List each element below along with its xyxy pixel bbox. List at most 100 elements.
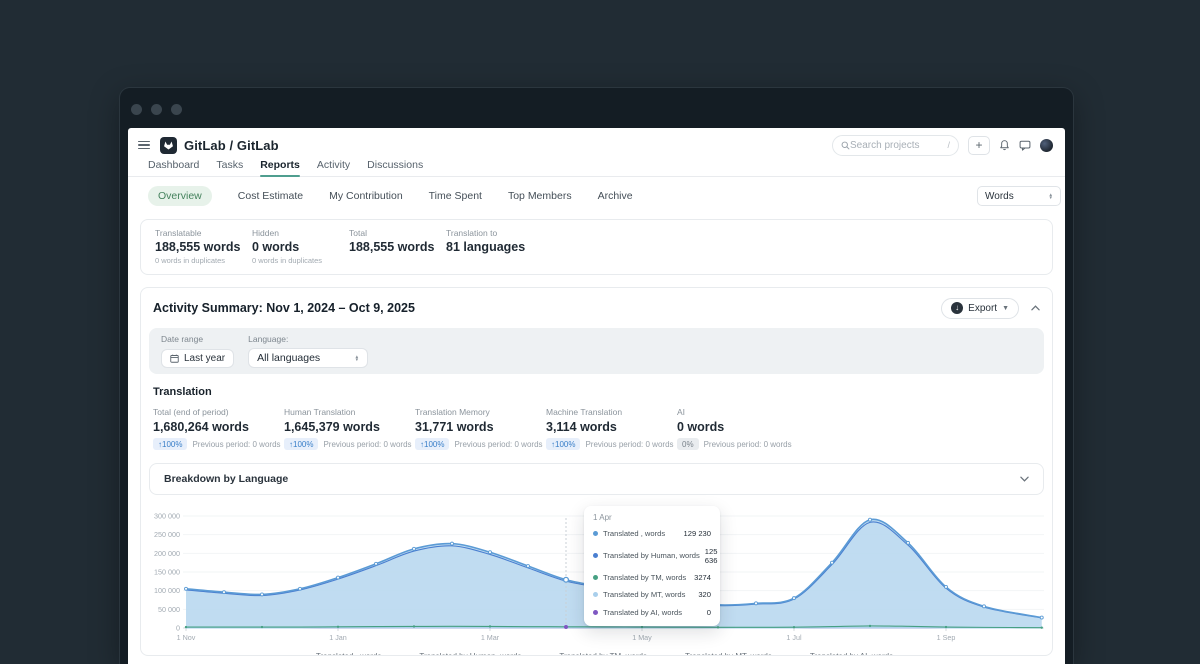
tooltip-row: Translated by AI, words0 (593, 604, 711, 621)
metric-total-end-of-period: Total (end of period) 1,680,264 words ↑1… (153, 407, 284, 450)
metric-note: Previous period: 0 words (585, 440, 673, 449)
tab-dashboard[interactable]: Dashboard (148, 159, 199, 176)
legend-line-icon (543, 656, 554, 657)
project-stats-card: Translatable 188,555 words 0 words in du… (140, 219, 1053, 275)
select-updown-icon: ▲▼ (355, 355, 359, 362)
metric-ai: AI 0 words 0%Previous period: 0 words (677, 407, 792, 450)
tooltip-row: Translated , words129 230 (593, 525, 711, 542)
caret-down-icon: ▼ (1002, 305, 1009, 312)
activity-chart[interactable]: 050 000100 000150 000200 000250 000300 0… (149, 501, 1044, 656)
trend-badge: ↑100% (415, 438, 449, 450)
metric-label: Machine Translation (546, 407, 677, 417)
reports-subtabs: Overview Cost Estimate My Contribution T… (128, 177, 1065, 215)
window-control-dot[interactable] (151, 104, 162, 115)
svg-text:1 Sep: 1 Sep (937, 633, 956, 642)
chart-legend: Translated , words Translated by Human, … (149, 652, 1044, 656)
legend-line-icon (669, 656, 680, 657)
search-icon (841, 141, 850, 150)
svg-text:1 Jul: 1 Jul (786, 633, 802, 642)
stat-value: 0 words (252, 240, 349, 254)
subtab-time-spent[interactable]: Time Spent (429, 190, 482, 202)
subtab-archive[interactable]: Archive (598, 190, 633, 202)
window-control-dot[interactable] (171, 104, 182, 115)
metric-note: Previous period: 0 words (192, 440, 280, 449)
legend-item[interactable]: Translated by TM, words (543, 652, 647, 656)
tab-reports[interactable]: Reports (260, 159, 300, 176)
subtab-top-members[interactable]: Top Members (508, 190, 572, 202)
activity-summary-card: Activity Summary: Nov 1, 2024 – Oct 9, 2… (140, 287, 1053, 656)
date-range-filter: Date range Last year (161, 334, 234, 368)
series-dot-icon (593, 610, 598, 615)
legend-item[interactable]: Translated , words (300, 652, 382, 656)
main-tabbar: Dashboard Tasks Reports Activity Discuss… (128, 158, 1065, 177)
subtab-cost-estimate[interactable]: Cost Estimate (238, 190, 303, 202)
svg-text:200 000: 200 000 (154, 549, 180, 558)
language-dropdown-value: All languages (257, 352, 320, 364)
select-updown-icon: ▲▼ (1049, 193, 1053, 200)
metric-value: 1,680,264 words (153, 420, 284, 434)
stat-label: Total (349, 228, 446, 238)
export-button[interactable]: ↓ Export ▼ (941, 298, 1019, 319)
svg-text:50 000: 50 000 (158, 605, 180, 614)
subtab-my-contribution[interactable]: My Contribution (329, 190, 403, 202)
feedback-chat-icon[interactable] (1019, 140, 1031, 151)
user-avatar[interactable] (1040, 139, 1053, 152)
metric-label: Human Translation (284, 407, 415, 417)
svg-text:1 May: 1 May (632, 633, 652, 642)
app-content: GitLab / GitLab / + Dashboard Ta (128, 128, 1065, 664)
translation-heading: Translation (153, 386, 1040, 398)
browser-window: GitLab / GitLab / + Dashboard Ta (120, 88, 1073, 664)
notifications-bell-icon[interactable] (999, 139, 1010, 151)
filter-bar: Date range Last year Language: All langu… (149, 328, 1044, 374)
collapse-section-chevron-up[interactable] (1031, 305, 1040, 311)
subtab-overview[interactable]: Overview (148, 186, 212, 206)
breakdown-by-language-toggle[interactable]: Breakdown by Language (149, 463, 1044, 495)
metric-label: AI (677, 407, 792, 417)
legend-item[interactable]: Translated by Human, words (403, 652, 521, 656)
svg-text:250 000: 250 000 (154, 530, 180, 539)
metric-value: 31,771 words (415, 420, 546, 434)
trend-badge: ↑100% (546, 438, 580, 450)
series-dot-icon (593, 592, 598, 597)
language-dropdown[interactable]: All languages ▲▼ (248, 348, 368, 368)
date-range-button[interactable]: Last year (161, 349, 234, 368)
search-shortcut-hint: / (947, 140, 950, 150)
units-dropdown[interactable]: Words ▲▼ (977, 186, 1061, 206)
units-dropdown-value: Words (985, 191, 1014, 202)
project-title: GitLab / GitLab (184, 138, 279, 153)
date-range-label: Date range (161, 334, 234, 344)
search-input[interactable] (850, 140, 947, 151)
gitlab-logo-icon[interactable] (160, 137, 177, 154)
svg-text:100 000: 100 000 (154, 586, 180, 595)
search-box[interactable]: / (832, 135, 959, 156)
legend-item[interactable]: Translated by MT, words (669, 652, 772, 656)
stat-total: Total 188,555 words (349, 228, 446, 265)
tab-discussions[interactable]: Discussions (367, 159, 423, 176)
svg-text:1 Jan: 1 Jan (329, 633, 347, 642)
svg-text:1 Nov: 1 Nov (177, 633, 196, 642)
metric-label: Translation Memory (415, 407, 546, 417)
window-control-dot[interactable] (131, 104, 142, 115)
legend-item[interactable]: Translated by AI, words (794, 652, 893, 656)
chevron-down-icon (1020, 476, 1029, 482)
window-titlebar (120, 88, 1073, 128)
create-new-button[interactable]: + (968, 136, 990, 155)
metric-value: 1,645,379 words (284, 420, 415, 434)
tab-activity[interactable]: Activity (317, 159, 350, 176)
metric-machine-translation: Machine Translation 3,114 words ↑100%Pre… (546, 407, 677, 450)
tooltip-row: Translated by TM, words3274 (593, 569, 711, 586)
legend-line-icon (794, 656, 805, 657)
date-range-value: Last year (184, 353, 225, 364)
tooltip-row: Translated by MT, words320 (593, 586, 711, 603)
tab-tasks[interactable]: Tasks (216, 159, 243, 176)
stat-sub: 0 words in duplicates (155, 256, 252, 265)
trend-badge: ↑100% (153, 438, 187, 450)
svg-text:0: 0 (176, 624, 180, 633)
calendar-icon (170, 354, 179, 363)
series-dot-icon (593, 531, 598, 536)
series-dot-icon (593, 575, 598, 580)
hamburger-menu-icon[interactable] (138, 141, 150, 150)
legend-line-icon (300, 656, 311, 657)
stat-hidden: Hidden 0 words 0 words in duplicates (252, 228, 349, 265)
stat-label: Translation to (446, 228, 543, 238)
